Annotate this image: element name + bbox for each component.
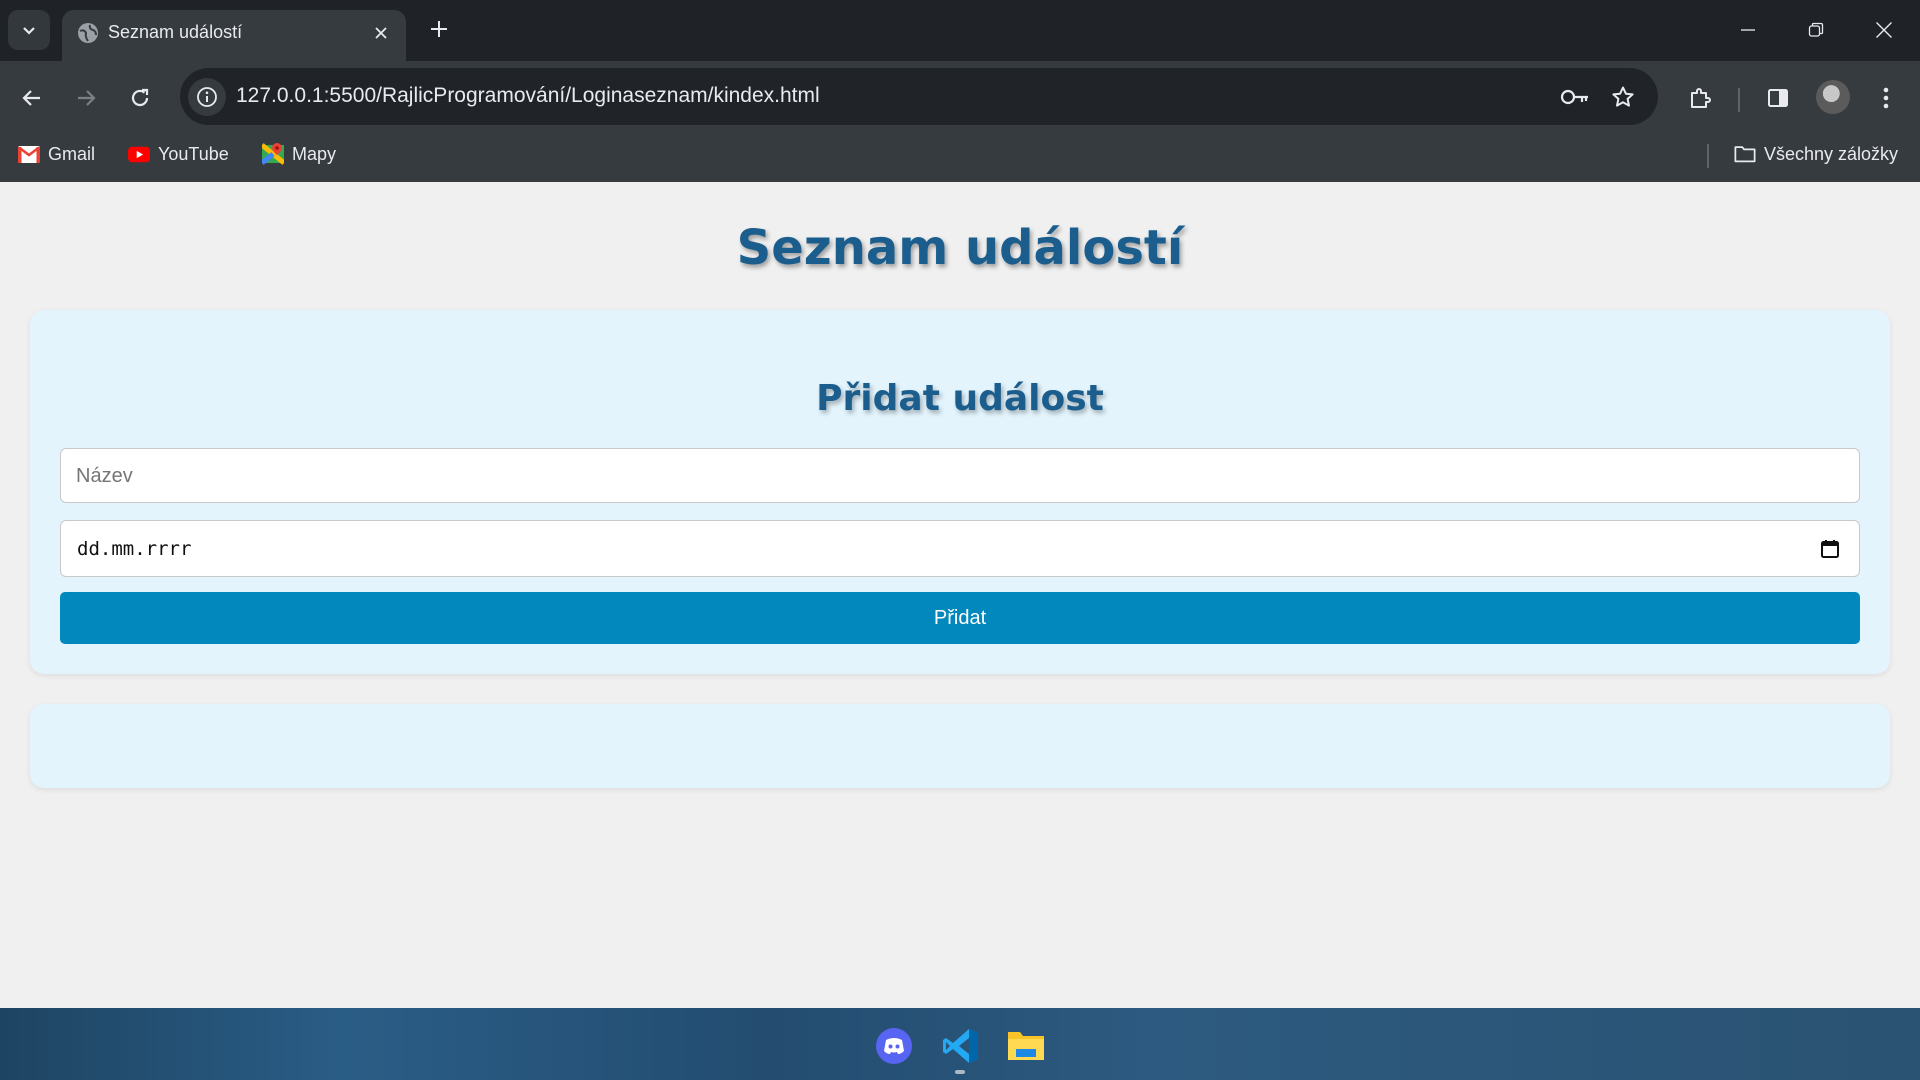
- extensions-button[interactable]: [1680, 78, 1720, 118]
- bookmark-star-button[interactable]: [1606, 80, 1640, 114]
- more-vert-icon: [1883, 87, 1889, 109]
- add-event-button[interactable]: Přidat: [60, 592, 1860, 644]
- address-bar[interactable]: 127.0.0.1:5500/RajlicProgramování/Logina…: [180, 68, 1658, 125]
- tab-close-button[interactable]: [368, 20, 394, 46]
- bookmark-youtube[interactable]: YouTube: [128, 138, 229, 170]
- event-name-input[interactable]: Název: [60, 448, 1860, 503]
- tab-bar: Seznam událostí: [0, 0, 1920, 61]
- folder-icon: [1734, 143, 1756, 165]
- youtube-icon: [128, 143, 150, 165]
- chevron-down-icon: [23, 27, 35, 35]
- minimize-icon: [1741, 29, 1755, 31]
- active-tab[interactable]: Seznam událostí: [62, 10, 406, 61]
- bookmark-gmail[interactable]: Gmail: [18, 138, 95, 170]
- info-icon: [197, 87, 217, 107]
- close-icon: [375, 27, 387, 39]
- discord-icon[interactable]: [874, 1026, 914, 1066]
- menu-button[interactable]: [1866, 78, 1906, 118]
- arrow-left-icon: [22, 90, 40, 106]
- page-title: Seznam událostí: [736, 220, 1184, 276]
- restore-icon: [1808, 22, 1824, 37]
- key-icon: [1560, 89, 1588, 105]
- tab-search-button[interactable]: [8, 10, 50, 50]
- running-indicator: [955, 1070, 965, 1074]
- bookmarks-divider: [1707, 144, 1709, 168]
- side-panel-icon: [1768, 89, 1788, 107]
- add-event-card: Přidat událost Název dd.mm.rrrr Přidat: [30, 310, 1890, 674]
- bookmark-label: Mapy: [292, 143, 337, 164]
- puzzle-icon: [1691, 88, 1711, 108]
- back-button[interactable]: [12, 78, 52, 118]
- plus-icon: [431, 21, 447, 37]
- toolbar-divider: [1738, 88, 1740, 112]
- bookmarks-bar: Gmail YouTube Mapy Všechny záložky: [0, 132, 1920, 174]
- calendar-icon[interactable]: [1819, 538, 1841, 560]
- all-bookmarks-button[interactable]: Všechny záložky: [1734, 138, 1898, 170]
- event-date-input[interactable]: dd.mm.rrrr: [60, 520, 1860, 577]
- date-value: dd.mm.rrrr: [77, 538, 192, 560]
- form-heading: Přidat událost: [816, 378, 1104, 419]
- reload-icon: [131, 88, 149, 107]
- maps-icon: [262, 143, 284, 165]
- password-key-button[interactable]: [1558, 80, 1592, 114]
- name-placeholder: Název: [76, 465, 133, 487]
- taskbar: [0, 1008, 1920, 1080]
- globe-icon: [78, 23, 98, 43]
- bookmark-label: Gmail: [48, 143, 96, 164]
- bookmark-mapy[interactable]: Mapy: [262, 138, 336, 170]
- new-tab-button[interactable]: [424, 14, 454, 44]
- browser-toolbar: 127.0.0.1:5500/RajlicProgramování/Logina…: [0, 61, 1920, 189]
- profile-avatar[interactable]: [1816, 80, 1850, 114]
- bookmark-label: YouTube: [158, 143, 229, 164]
- reload-button[interactable]: [120, 78, 160, 118]
- side-panel-button[interactable]: [1758, 78, 1798, 118]
- file-explorer-icon[interactable]: [1006, 1026, 1046, 1066]
- vscode-icon[interactable]: [941, 1026, 981, 1066]
- close-icon: [1876, 22, 1892, 38]
- url-text[interactable]: 127.0.0.1:5500/RajlicProgramování/Logina…: [236, 84, 820, 108]
- arrow-right-icon: [78, 90, 96, 106]
- page-viewport: Seznam událostí Přidat událost Název dd.…: [0, 182, 1920, 1008]
- forward-button[interactable]: [66, 78, 106, 118]
- minimize-button[interactable]: [1732, 14, 1764, 46]
- close-window-button[interactable]: [1868, 14, 1900, 46]
- star-icon: [1612, 86, 1634, 107]
- gmail-icon: [18, 143, 40, 165]
- restore-button[interactable]: [1800, 14, 1832, 46]
- site-info-button[interactable]: [188, 78, 226, 116]
- all-bookmarks-label: Všechny záložky: [1764, 143, 1899, 164]
- event-list-card: [30, 704, 1890, 788]
- tab-title: Seznam událostí: [108, 22, 243, 42]
